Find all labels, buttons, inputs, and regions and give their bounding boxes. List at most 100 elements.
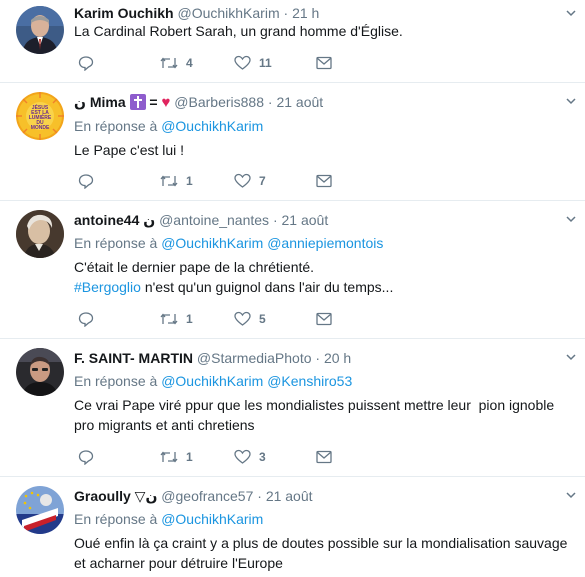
timestamp[interactable]: 21 août xyxy=(266,488,313,504)
chevron-down-icon[interactable] xyxy=(566,96,576,106)
tweet-header: Karim Ouchikh @OuchikhKarim · 21 h xyxy=(74,4,319,22)
avatar[interactable]: JÉSUS EST LA LUMIÈRE DU MONDE xyxy=(16,92,64,140)
tweet-actions: 4 11 xyxy=(78,55,338,71)
dm-button[interactable] xyxy=(316,173,332,189)
user-handle[interactable]: @StarmediaPhoto xyxy=(197,350,312,366)
heart-icon xyxy=(234,311,251,326)
tweet-text-line: Oué enfin là ça craint y a plus de doute… xyxy=(74,535,568,551)
tweet-text: C'était le dernier pape de la chrétienté… xyxy=(74,257,569,297)
retweet-count: 4 xyxy=(186,56,193,70)
tweet-header: F. SAINT- MARTIN @StarmediaPhoto · 20 h xyxy=(74,349,351,367)
retweet-button[interactable]: 1 xyxy=(160,311,193,327)
reply-button[interactable] xyxy=(78,449,94,465)
display-name[interactable]: Karim Ouchikh xyxy=(74,5,174,21)
reply-context: En réponse à @OuchikhKarim xyxy=(74,510,263,528)
reply-mention[interactable]: @OuchikhKarim xyxy=(161,118,263,134)
retweet-button[interactable]: 1 xyxy=(160,173,193,189)
svg-text:MONDE: MONDE xyxy=(31,125,50,131)
tweet-antoine44[interactable]: antoine44 ن @antoine_nantes · 21 août En… xyxy=(0,200,585,339)
like-button[interactable]: 3 xyxy=(234,449,266,465)
avatar[interactable] xyxy=(16,210,64,258)
display-name[interactable]: ن Mima = ♥ xyxy=(74,94,171,111)
avatar[interactable] xyxy=(16,6,64,54)
tweet-text-line: pro migrants et anti chretiens xyxy=(74,417,255,433)
like-count: 3 xyxy=(259,450,266,464)
tweet-header: ن Mima = ♥ @Barberis888 · 21 août xyxy=(74,93,323,112)
reply-mention[interactable]: @OuchikhKarim @Kenshiro53 xyxy=(161,373,352,389)
display-name[interactable]: Graoully ▽ن xyxy=(74,488,157,504)
chevron-down-icon[interactable] xyxy=(566,352,576,362)
reply-prefix: En réponse à xyxy=(74,511,158,527)
reply-icon xyxy=(78,312,94,327)
retweet-count: 1 xyxy=(186,450,193,464)
reply-prefix: En réponse à xyxy=(74,118,158,134)
heart-emoji-icon: ♥ xyxy=(161,94,171,111)
tweet-actions: 1 7 xyxy=(78,173,338,189)
retweet-icon xyxy=(160,175,178,187)
heart-icon xyxy=(234,449,251,464)
avatar[interactable] xyxy=(16,486,64,534)
tweet-saint-martin[interactable]: F. SAINT- MARTIN @StarmediaPhoto · 20 h … xyxy=(0,338,585,477)
mail-icon xyxy=(316,174,332,188)
reply-icon xyxy=(78,174,94,189)
like-button[interactable]: 5 xyxy=(234,311,266,327)
reply-icon xyxy=(78,56,94,71)
like-count: 11 xyxy=(259,56,272,70)
reply-button[interactable] xyxy=(78,173,94,189)
separator: · xyxy=(257,488,262,504)
retweet-button[interactable]: 1 xyxy=(160,449,193,465)
reply-context: En réponse à @OuchikhKarim @Kenshiro53 xyxy=(74,372,352,390)
mail-icon xyxy=(316,450,332,464)
reply-context: En réponse à @OuchikhKarim @anniepiemont… xyxy=(74,234,383,252)
tweet-text-line: Ce vrai Pape viré ppur que les mondialis… xyxy=(74,397,555,413)
avatar[interactable] xyxy=(16,348,64,396)
tweet-actions: 1 3 xyxy=(78,449,338,465)
like-count: 7 xyxy=(259,174,266,188)
user-handle[interactable]: @antoine_nantes xyxy=(159,212,269,228)
display-name[interactable]: antoine44 ن xyxy=(74,212,155,228)
timestamp[interactable]: 21 août xyxy=(276,94,323,110)
retweet-count: 1 xyxy=(186,174,193,188)
separator: · xyxy=(267,94,273,110)
separator: · xyxy=(283,5,289,21)
separator: · xyxy=(272,212,278,228)
like-button[interactable]: 7 xyxy=(234,173,266,189)
retweet-icon xyxy=(160,57,178,69)
tweet-text: Oué enfin là ça craint y a plus de doute… xyxy=(74,533,579,573)
tweet-text: Ce vrai Pape viré ppur que les mondialis… xyxy=(74,395,569,435)
tweet-actions: 1 5 xyxy=(78,311,338,327)
chevron-down-icon[interactable] xyxy=(566,490,576,500)
timestamp[interactable]: 21 août xyxy=(282,212,329,228)
reply-mention[interactable]: @OuchikhKarim @anniepiemontois xyxy=(161,235,383,251)
tweet-text-line: #Bergoglio n'est qu'un guignol dans l'ai… xyxy=(74,279,394,295)
like-button[interactable]: 11 xyxy=(234,55,272,71)
chevron-down-icon[interactable] xyxy=(566,214,576,224)
dm-button[interactable] xyxy=(316,55,332,71)
hashtag-link[interactable]: #Bergoglio xyxy=(74,279,141,295)
reply-context: En réponse à @OuchikhKarim xyxy=(74,117,263,135)
dm-button[interactable] xyxy=(316,311,332,327)
tweet-karim-ouchikh[interactable]: Karim Ouchikh @OuchikhKarim · 21 h La Ca… xyxy=(0,0,585,83)
tweet-mima[interactable]: JÉSUS EST LA LUMIÈRE DU MONDE ن Mima = ♥… xyxy=(0,82,585,201)
chevron-down-icon[interactable] xyxy=(566,8,576,18)
user-handle[interactable]: @geofrance57 xyxy=(161,488,253,504)
mail-icon xyxy=(316,312,332,326)
like-count: 5 xyxy=(259,312,266,326)
tweet-text: Le Pape c'est lui ! xyxy=(74,142,185,158)
tweet-graoully[interactable]: Graoully ▽ن @geofrance57 · 21 août En ré… xyxy=(0,476,585,577)
mail-icon xyxy=(316,56,332,70)
heart-icon xyxy=(234,173,251,188)
timestamp[interactable]: 21 h xyxy=(292,5,319,21)
reply-button[interactable] xyxy=(78,55,94,71)
reply-prefix: En réponse à xyxy=(74,235,158,251)
dm-button[interactable] xyxy=(316,449,332,465)
display-name[interactable]: F. SAINT- MARTIN xyxy=(74,350,193,366)
retweet-button[interactable]: 4 xyxy=(160,55,193,71)
timestamp[interactable]: 20 h xyxy=(324,350,351,366)
tweet-header: antoine44 ن @antoine_nantes · 21 août xyxy=(74,211,328,229)
reply-button[interactable] xyxy=(78,311,94,327)
user-handle[interactable]: @Barberis888 xyxy=(174,94,264,110)
user-handle[interactable]: @OuchikhKarim xyxy=(177,5,279,21)
tweet-header: Graoully ▽ن @geofrance57 · 21 août xyxy=(74,487,313,505)
reply-mention[interactable]: @OuchikhKarim xyxy=(161,511,263,527)
